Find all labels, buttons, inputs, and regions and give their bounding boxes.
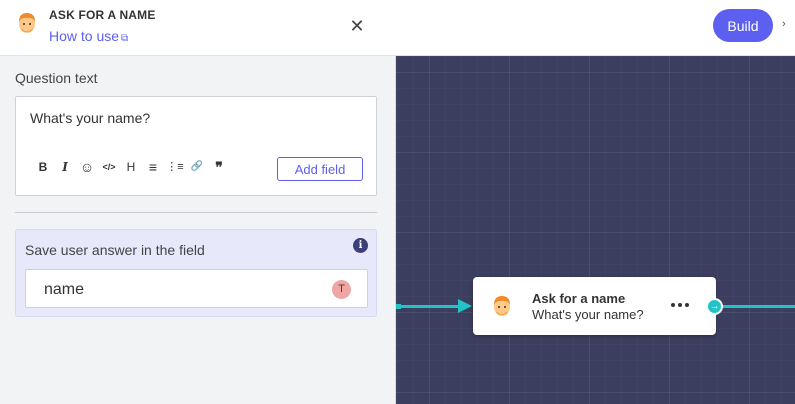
- field-value: name: [44, 281, 85, 298]
- panel-header: ASK FOR A NAME How to use ⧉ ✕: [0, 0, 396, 56]
- external-link-icon: ⧉: [121, 33, 129, 44]
- field-select[interactable]: name T: [25, 269, 368, 308]
- link-icon[interactable]: 🔗: [186, 159, 208, 175]
- bold-icon[interactable]: B: [32, 159, 54, 175]
- field-type-badge: T: [332, 280, 351, 299]
- panel-title: ASK FOR A NAME: [49, 8, 156, 22]
- question-editor[interactable]: What's your name? B I ☺ </> H ≡ ⋮≡ 🔗 ❞ A…: [15, 96, 377, 196]
- chevron-right-icon[interactable]: ›: [782, 18, 786, 30]
- quote-icon[interactable]: ❞: [208, 159, 230, 175]
- connector-out: [716, 305, 795, 308]
- emoji-icon[interactable]: ☺: [76, 159, 98, 175]
- editor-toolbar: B I ☺ </> H ≡ ⋮≡ 🔗 ❞: [32, 159, 230, 175]
- output-port-icon[interactable]: →: [706, 298, 723, 315]
- italic-icon[interactable]: I: [54, 159, 76, 175]
- add-field-button[interactable]: Add field: [277, 157, 363, 181]
- node-title: Ask for a name: [532, 291, 626, 306]
- question-text[interactable]: What's your name?: [30, 110, 150, 126]
- heading-icon[interactable]: H: [120, 159, 142, 175]
- bullet-list-icon[interactable]: ⋮≡: [164, 159, 186, 175]
- more-options-icon[interactable]: [670, 297, 692, 313]
- connector-in: [396, 305, 462, 308]
- side-panel: ASK FOR A NAME How to use ⧉ ✕ Question te…: [0, 0, 396, 404]
- avatar-icon: [491, 294, 513, 323]
- flow-canvas[interactable]: [396, 56, 795, 404]
- divider: [15, 212, 377, 213]
- avatar-icon: [16, 11, 38, 40]
- save-answer-section: Save user answer in the field i name T: [15, 229, 377, 317]
- how-to-use-link[interactable]: How to use ⧉: [49, 28, 128, 44]
- info-icon[interactable]: i: [353, 238, 368, 253]
- ordered-list-icon[interactable]: ≡: [142, 159, 164, 175]
- connector-arrow-icon: [458, 299, 472, 313]
- question-label: Question text: [15, 70, 98, 86]
- node-subtitle: What's your name?: [532, 307, 644, 322]
- how-to-use-label: How to use: [49, 28, 120, 44]
- close-icon[interactable]: ✕: [349, 16, 365, 36]
- flow-node-ask-name[interactable]: Ask for a name What's your name? →: [473, 277, 723, 335]
- top-bar: Build ›: [396, 0, 795, 56]
- code-icon[interactable]: </>: [98, 159, 120, 175]
- save-answer-label: Save user answer in the field: [25, 242, 205, 258]
- build-button[interactable]: Build: [713, 9, 773, 42]
